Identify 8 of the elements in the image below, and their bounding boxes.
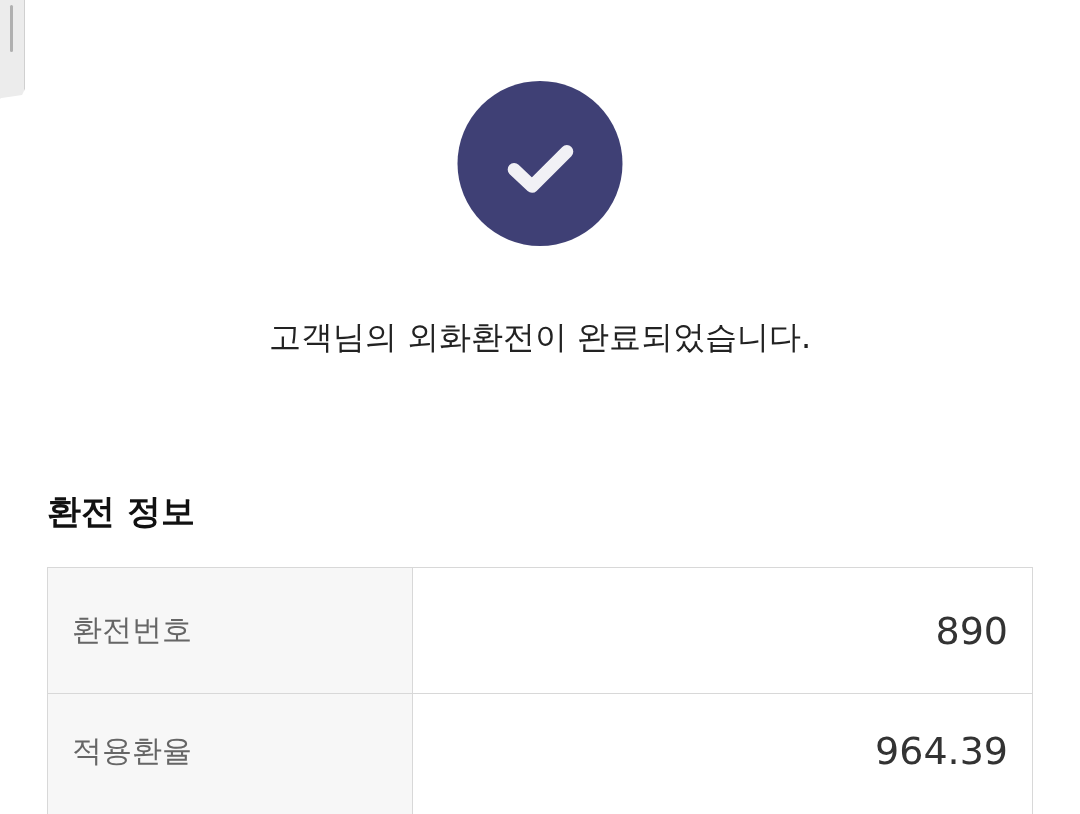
completion-message: 고객님의 외화환전이 완료되었습니다. bbox=[268, 317, 812, 358]
section-title: 환전 정보 bbox=[47, 490, 195, 533]
row-label: 적용환율 bbox=[48, 694, 413, 814]
drawer-handle[interactable] bbox=[0, 0, 25, 99]
check-circle-icon bbox=[457, 81, 623, 246]
row-value: 890 bbox=[934, 607, 1009, 655]
row-label: 환전번호 bbox=[48, 568, 413, 693]
row-value: 964.39 bbox=[874, 728, 1009, 775]
